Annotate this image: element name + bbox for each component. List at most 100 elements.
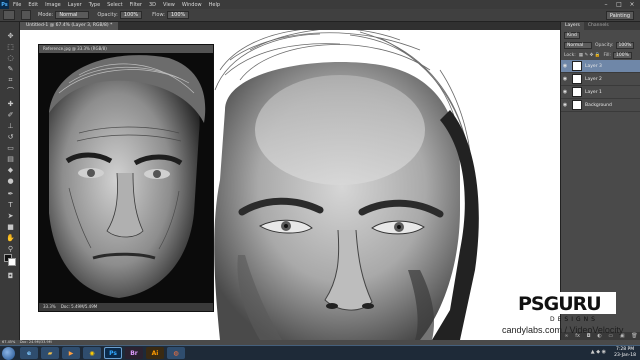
options-bar: Mode: Normal Opacity: 100% Flow: 100% Pa… (0, 9, 640, 22)
layer-opacity-label: Opacity: (595, 42, 614, 48)
quick-select-tool-icon[interactable]: ✎ (6, 65, 15, 74)
ie-icon[interactable]: e (20, 347, 38, 359)
menu-select[interactable]: Select (107, 2, 122, 8)
flow-field[interactable]: 100% (167, 11, 190, 19)
brush-tool-icon[interactable]: ✐ (6, 111, 15, 120)
zoom-level[interactable]: 67.45% (2, 340, 15, 344)
svg-text:PSGURU: PSGURU (518, 293, 601, 315)
reference-photo-window[interactable]: Reference.jpg @ 33.3% (RGB/8) 33.3% Doc:… (38, 44, 214, 312)
zoom-tool-icon[interactable]: ⚲ (6, 245, 15, 254)
menu-file[interactable]: File (13, 2, 21, 8)
layer-row-background[interactable]: ◉ Background (561, 99, 640, 112)
menu-image[interactable]: Image (45, 2, 61, 8)
svg-text:DESIGNS: DESIGNS (550, 316, 598, 322)
fill-field[interactable]: 100% (613, 51, 632, 59)
panel-tabs: Layers Channels (561, 22, 640, 30)
delete-layer-icon[interactable]: 🗑 (631, 333, 637, 339)
menu-view[interactable]: View (163, 2, 175, 8)
menu-layer[interactable]: Layer (68, 2, 82, 8)
mode-label: Mode: (38, 12, 54, 18)
document-tab[interactable]: Untitled-1 @ 67.4% (Layer 3, RGB/8) * (20, 22, 119, 30)
photoshop-logo: Ps (0, 0, 9, 9)
eye-icon[interactable]: ◉ (561, 76, 569, 82)
start-button[interactable] (2, 347, 15, 360)
layer-row-1[interactable]: ◉ Layer 1 (561, 86, 640, 99)
media-player-icon[interactable]: ▶ (62, 347, 80, 359)
menu-help[interactable]: Help (209, 2, 220, 8)
blur-tool-icon[interactable]: ◆ (6, 166, 15, 175)
menu-filter[interactable]: Filter (130, 2, 142, 8)
watermark-url: candylabs.com / VideoVelocity (502, 325, 624, 335)
opacity-label: Opacity: (97, 12, 118, 18)
psguru-logo: PSGURU DESIGNS (516, 292, 616, 323)
minimize-button[interactable]: – (600, 0, 612, 9)
reference-doc-size: Doc: 5.49M/5.49M (60, 304, 98, 309)
watermark: PSGURU DESIGNS candylabs.com / VideoVelo… (502, 292, 623, 335)
layer-filter-select[interactable]: Kind (564, 31, 580, 39)
eye-icon[interactable]: ◉ (561, 63, 569, 69)
opacity-field[interactable]: 100% (119, 11, 143, 19)
path-select-tool-icon[interactable]: ➤ (6, 212, 15, 221)
reference-zoom: 33.3% (43, 304, 56, 309)
healing-brush-tool-icon[interactable]: ✚ (6, 100, 15, 109)
clock-date: 23-Jan-18 (614, 353, 636, 358)
layer-thumbnail (572, 61, 582, 71)
shape-tool-icon[interactable]: ■ (6, 223, 15, 232)
taskbar-clock[interactable]: 7:28 PM 23-Jan-18 (614, 347, 636, 359)
bridge-icon[interactable]: Br (125, 347, 143, 359)
history-brush-tool-icon[interactable]: ↺ (6, 133, 15, 142)
brush-size-icon[interactable] (21, 10, 31, 20)
document-size: Doc: 24.9M/33.9M (19, 340, 52, 344)
lock-row: Lock: ▦ ✎ ✥ 🔒 Fill: 100% (561, 50, 640, 60)
layer-filter-row: Kind (561, 30, 640, 40)
crop-tool-icon[interactable]: ⌗ (6, 76, 15, 85)
menu-bar: Ps File Edit Image Layer Type Select Fil… (0, 0, 640, 9)
reference-photo (39, 53, 213, 304)
layer-opacity-field[interactable]: 100% (615, 41, 635, 49)
system-tray[interactable]: ▲ ◆ ◉ (591, 349, 606, 355)
lock-icons[interactable]: ▦ ✎ ✥ 🔒 (579, 53, 601, 58)
photoshop-taskbar-icon[interactable]: Ps (104, 347, 122, 359)
layer-row-3[interactable]: ◉ Layer 3 (561, 60, 640, 73)
blend-mode-select[interactable]: Normal (564, 41, 592, 49)
tools-panel: ✥ ⬚ ◌ ✎ ⌗ ⌒ ✚ ✐ ⊥ ↺ ▭ ▤ ◆ ● ✒ T ➤ ■ ✋ ⚲ … (0, 22, 20, 340)
quick-mask-icon[interactable]: ◘ (6, 272, 15, 281)
brush-preset-icon[interactable] (3, 10, 15, 20)
chrome-icon[interactable]: ◉ (83, 347, 101, 359)
gradient-tool-icon[interactable]: ▤ (6, 155, 15, 164)
reference-status-bar: 33.3% Doc: 5.49M/5.49M (39, 303, 213, 311)
eraser-tool-icon[interactable]: ▭ (6, 144, 15, 153)
tab-channels[interactable]: Channels (584, 22, 613, 30)
firefox-icon[interactable]: ◍ (167, 347, 185, 359)
hand-tool-icon[interactable]: ✋ (6, 234, 15, 243)
dodge-tool-icon[interactable]: ● (6, 177, 15, 186)
pen-tool-icon[interactable]: ✒ (6, 190, 15, 199)
mode-select[interactable]: Normal (55, 11, 90, 19)
eyedropper-tool-icon[interactable]: ⌒ (6, 87, 15, 96)
maximize-button[interactable]: □ (613, 0, 625, 9)
layer-row-2[interactable]: ◉ Layer 2 (561, 73, 640, 86)
close-button[interactable]: × (626, 0, 638, 9)
illustrator-icon[interactable]: Ai (146, 347, 164, 359)
marquee-tool-icon[interactable]: ⬚ (6, 43, 15, 52)
reference-window-title[interactable]: Reference.jpg @ 33.3% (RGB/8) (39, 45, 213, 53)
workspace-switcher[interactable]: Painting (605, 11, 634, 20)
layer-thumbnail (572, 100, 582, 110)
tab-layers[interactable]: Layers (561, 22, 584, 30)
blend-row: Normal Opacity: 100% (561, 40, 640, 50)
layer-name: Background (585, 102, 612, 108)
folder-icon[interactable]: ▰ (41, 347, 59, 359)
eye-icon[interactable]: ◉ (561, 102, 569, 108)
move-tool-icon[interactable]: ✥ (6, 32, 15, 41)
type-tool-icon[interactable]: T (6, 201, 15, 210)
layer-name: Layer 2 (585, 76, 602, 82)
background-color-swatch[interactable] (8, 258, 16, 266)
fill-label: Fill: (603, 52, 611, 58)
menu-type[interactable]: Type (89, 2, 100, 8)
clone-stamp-tool-icon[interactable]: ⊥ (6, 122, 15, 131)
menu-edit[interactable]: Edit (28, 2, 38, 8)
menu-window[interactable]: Window (182, 2, 202, 8)
menu-3d[interactable]: 3D (149, 2, 156, 8)
lasso-tool-icon[interactable]: ◌ (6, 54, 15, 63)
eye-icon[interactable]: ◉ (561, 89, 569, 95)
